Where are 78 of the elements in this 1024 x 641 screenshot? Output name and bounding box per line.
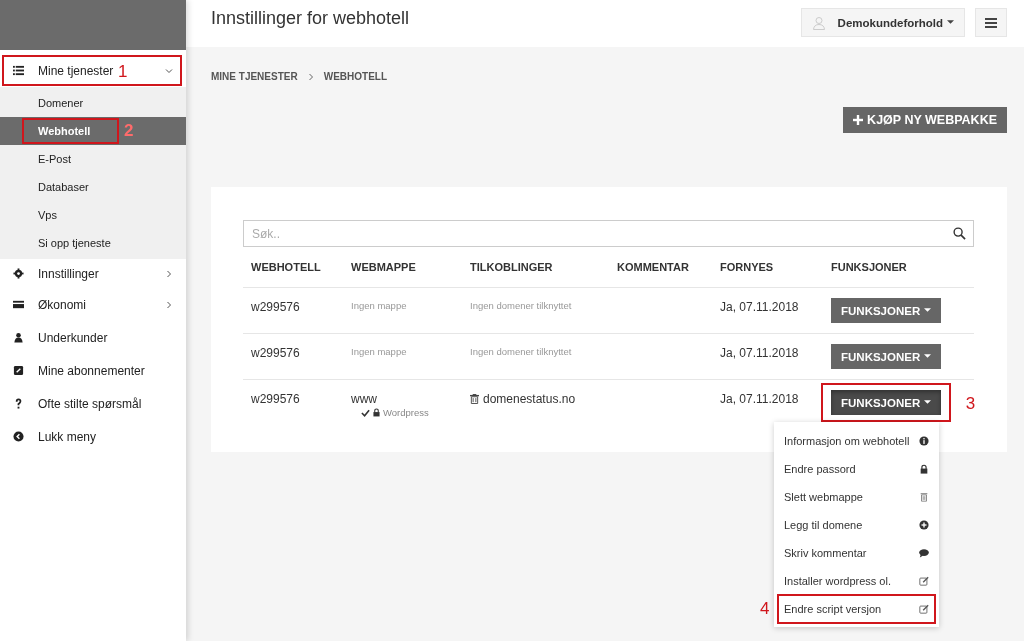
check-icon (361, 408, 370, 417)
table-cell: domenestatus.no (483, 392, 576, 406)
callout-number: 4 (760, 600, 770, 617)
table-cell-text: Ingen mappe (351, 300, 408, 311)
sidebar-item[interactable]: Mine abonnementer (3, 354, 181, 387)
callout-number: 2 (124, 122, 134, 139)
sidebar-item[interactable]: Innstillinger (3, 259, 181, 288)
app-label: Wordpress (383, 407, 429, 418)
table-cell-text: Ja, 07.11.2018 (720, 300, 800, 314)
menu-icon (985, 17, 997, 28)
trash-icon (470, 394, 479, 404)
table-cell-text: Ja, 07.11.2018 (720, 392, 800, 406)
table-cell: Ingen domener tilknyttet (470, 346, 572, 357)
card-icon (13, 299, 24, 310)
question-icon (13, 398, 24, 409)
pencil-icon (13, 365, 24, 376)
breadcrumb-item[interactable]: MINE TJENESTER (211, 71, 298, 82)
submenu-item[interactable]: Vps (0, 201, 186, 229)
edit-icon (919, 576, 929, 586)
menu-item[interactable]: Installer wordpress ol. (778, 567, 935, 595)
menu-item[interactable]: Endre script versjon (778, 595, 935, 623)
table-cell-text: www (351, 392, 378, 406)
caret-icon (924, 400, 932, 405)
sidebar-item[interactable]: Lukk meny (3, 420, 181, 453)
callout-number: 3 (965, 395, 976, 412)
sidebar-item[interactable]: Underkunder (3, 321, 181, 354)
column-header: WEBHOTELL (251, 261, 322, 273)
speech-bubble-icon (919, 548, 929, 558)
caret-icon (947, 20, 954, 25)
column-header: TILKOBLINGER (470, 261, 554, 273)
plus-icon (853, 115, 864, 125)
submenu-item[interactable]: E-Post (0, 145, 186, 173)
submenu-item[interactable]: Si opp tjeneste (0, 229, 186, 257)
breadcrumb-item: WEBHOTELL (323, 71, 387, 82)
table-cell-text: Ingen mappe (351, 346, 408, 357)
column-header: KOMMENTAR (617, 261, 690, 273)
column-header: FUNKSJONER (831, 261, 908, 273)
column-header: WEBMAPPE (351, 261, 417, 273)
gear-icon (13, 268, 24, 279)
functions-dropdown-button[interactable]: FUNKSJONER (831, 344, 942, 369)
menu-item[interactable]: Informasjon om webhotell (778, 427, 935, 455)
menu-toggle-button[interactable] (975, 8, 1007, 37)
table-cell-text: Ja, 07.11.2018 (720, 346, 800, 360)
list-icon (13, 65, 24, 76)
edit-icon (919, 604, 929, 614)
table-cell: Ingen domener tilknyttet (470, 300, 572, 311)
callout-number: 1 (118, 63, 128, 80)
functions-dropdown-button[interactable]: FUNKSJONER (831, 390, 942, 415)
buy-package-button[interactable]: KJØP NY WEBPAKKE (843, 107, 1007, 133)
account-dropdown[interactable]: Demokundeforhold (800, 8, 965, 37)
lock-icon (373, 408, 380, 417)
functions-dropdown-button[interactable]: FUNKSJONER (831, 298, 942, 323)
submenu-item[interactable]: Domener (0, 89, 186, 117)
trash-icon (919, 492, 929, 502)
menu-item[interactable]: Slett webmappe (778, 483, 935, 511)
lock-icon (919, 464, 929, 474)
submenu-item[interactable]: Webhotell 2 (0, 117, 186, 145)
caret-icon (924, 354, 932, 359)
circle-arrow-icon (13, 431, 24, 442)
column-header: FORNYES (720, 261, 775, 273)
page-title: Innstillinger for webhotell (211, 8, 411, 29)
sidebar-item[interactable]: Økonomi (3, 288, 181, 321)
search-icon (953, 227, 966, 240)
table-cell-text: w299576 (251, 300, 301, 314)
info-icon (919, 436, 929, 446)
menu-item[interactable]: Skriv kommentar (778, 539, 935, 567)
plus-circle-icon (919, 520, 929, 530)
sidebar-item[interactable]: Ofte stilte spørsmål (3, 387, 181, 420)
caret-icon (924, 308, 932, 313)
user-icon (811, 15, 826, 30)
menu-item[interactable]: Legg til domene (778, 511, 935, 539)
table-cell-text: w299576 (251, 392, 301, 406)
table-cell-text: w299576 (251, 346, 301, 360)
chevron-right-icon (307, 72, 314, 81)
submenu-item[interactable]: Databaser (0, 173, 186, 201)
person-icon (13, 332, 24, 343)
search-field[interactable]: Søk.. (243, 220, 974, 247)
menu-item[interactable]: Endre passord (778, 455, 935, 483)
